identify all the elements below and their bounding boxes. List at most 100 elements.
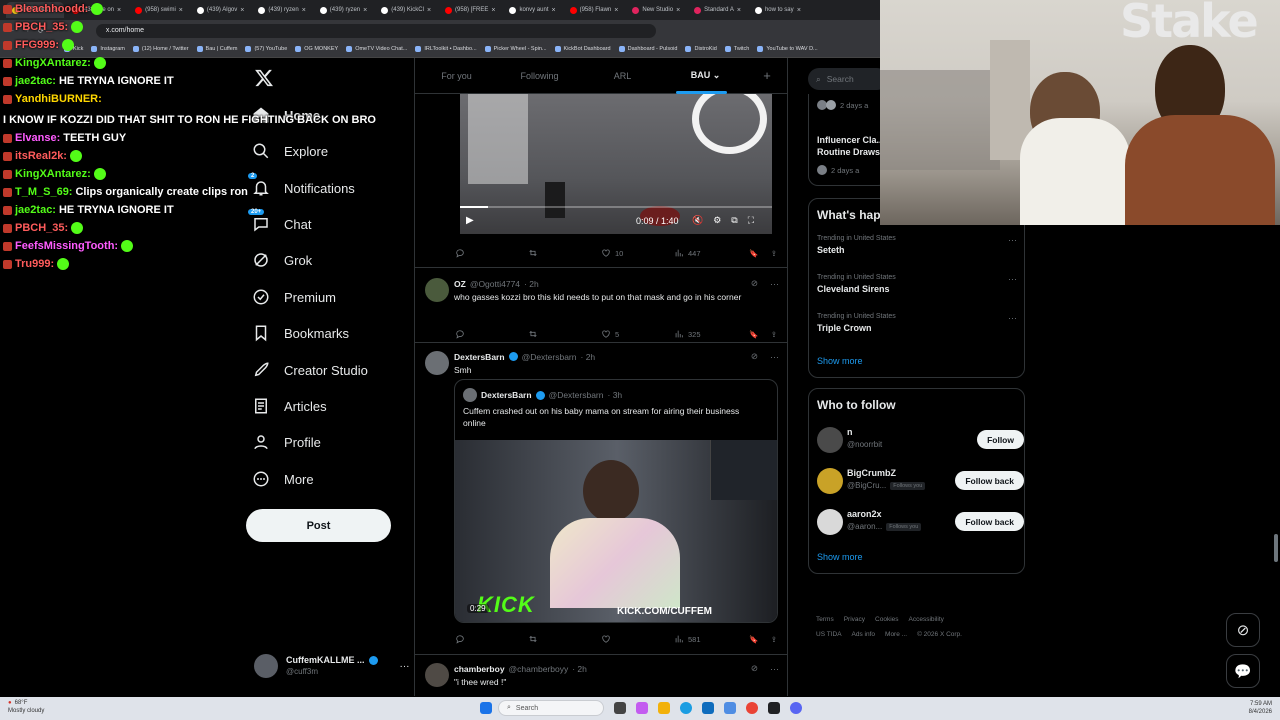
bookmark-item[interactable]: IRLToolkit • Dashbo... — [415, 46, 477, 52]
show-more-link[interactable]: Show more — [817, 552, 863, 562]
more-dots-icon[interactable]: ··· — [400, 661, 410, 672]
grok-icon[interactable]: ⊘ — [751, 351, 758, 362]
discord-icon[interactable] — [790, 702, 802, 714]
nav-item-profile[interactable]: Profile — [252, 430, 321, 454]
views-button[interactable]: 325 — [674, 329, 747, 339]
account-switcher[interactable]: CuffemKALLME ... @cuff3m ··· — [254, 654, 410, 678]
quote-video[interactable]: KICK KICK.COM/CUFFEM 0:29 — [455, 440, 777, 622]
footer-link[interactable]: Terms — [816, 612, 834, 627]
footer-link[interactable]: Ads info — [852, 627, 876, 642]
footer-link[interactable]: Cookies — [875, 612, 898, 627]
taskbar-search[interactable]: ⌕ Search — [498, 700, 604, 716]
app-icon[interactable] — [636, 702, 648, 714]
tweet[interactable]: OZ @Ogotti4774 · 2h ⊘ ··· who gasses kozzi … — [415, 268, 787, 343]
follow-suggestion[interactable]: aaron2x @aaron... Follows you Follow back — [817, 509, 1024, 535]
file-explorer-icon[interactable] — [658, 702, 670, 714]
footer-link[interactable]: Privacy — [844, 612, 865, 627]
tweet-author-handle[interactable]: @Dextersbarn — [522, 352, 577, 362]
edge-icon[interactable] — [680, 702, 692, 714]
tweet-time[interactable]: · 2h — [572, 664, 587, 674]
nav-item-premium[interactable]: Premium — [252, 285, 336, 309]
bookmark-item[interactable]: Picker Wheel - Spin... — [484, 46, 547, 52]
bookmark-item[interactable]: KickBot Dashboard — [554, 46, 611, 52]
follow-back-button[interactable]: Follow back — [955, 512, 1024, 531]
browser-tab[interactable]: Standard A × — [688, 2, 747, 18]
tweet-time[interactable]: · 2h — [581, 352, 596, 362]
mute-icon[interactable]: 🔇 — [692, 215, 703, 226]
trend-item[interactable]: Trending in United States Cleveland Siren… — [817, 274, 1017, 294]
share-icon[interactable]: ⇪ — [771, 249, 777, 258]
tab-following[interactable]: Following — [498, 71, 581, 81]
nav-item-more[interactable]: More — [252, 467, 314, 491]
tweet-author-handle[interactable]: @chamberboyy — [509, 664, 569, 674]
nav-item-bookmarks[interactable]: Bookmarks — [252, 321, 349, 345]
quote-tweet[interactable]: DextersBarn @Dextersbarn · 3h Cuffem crash… — [454, 379, 778, 623]
like-button[interactable] — [601, 634, 674, 644]
footer-link[interactable]: © 2026 X Corp. — [917, 627, 962, 642]
reply-button[interactable] — [455, 634, 528, 644]
share-icon[interactable]: ⇪ — [771, 635, 777, 644]
browser-tab[interactable]: (958) Flawn × — [564, 2, 625, 18]
tweet[interactable]: chamberboy @chamberboyy · 2h ⊘ ··· "i thee … — [415, 655, 787, 696]
close-icon[interactable]: × — [797, 7, 801, 14]
follow-suggestion[interactable]: BigCrumbZ @BigCru... Follows you Follow bac… — [817, 468, 1024, 494]
video-progress-track[interactable] — [460, 206, 772, 208]
tweet-author-handle[interactable]: @Ogotti4774 — [470, 279, 520, 289]
like-button[interactable]: 10 — [601, 248, 674, 258]
browser-tab[interactable]: New Studio × — [626, 2, 686, 18]
app-icon[interactable] — [724, 702, 736, 714]
app-icon[interactable] — [702, 702, 714, 714]
tweet-author-name[interactable]: chamberboy — [454, 664, 505, 674]
tab-for-you[interactable]: For you — [415, 71, 498, 81]
browser-tab[interactable]: (958) [FREE × — [439, 2, 501, 18]
close-icon[interactable]: × — [614, 7, 618, 14]
views-button[interactable]: 447 — [674, 248, 747, 258]
browser-tab[interactable]: how to say × — [749, 2, 807, 18]
messages-floating-button[interactable]: 💬 — [1226, 654, 1260, 688]
news-title[interactable]: Influencer Cla... Routine Draws — [817, 134, 889, 158]
grok-floating-button[interactable]: ⊘ — [1226, 613, 1260, 647]
start-icon[interactable] — [480, 702, 492, 714]
follow-button[interactable]: Follow — [977, 430, 1024, 449]
bookmark-item[interactable]: YouTube to WAV D... — [757, 46, 818, 52]
more-dots-icon[interactable]: ··· — [1008, 235, 1017, 245]
bookmark-icon[interactable]: 🔖 — [749, 249, 758, 258]
video-player[interactable]: ▶ 0:09 / 1:40 🔇 ⚙ ⧉ ⛶ — [460, 94, 772, 234]
bookmark-item[interactable]: Dashboard - Pulsoid — [618, 46, 677, 52]
bookmark-item[interactable]: DistroKid — [685, 46, 717, 52]
pip-icon[interactable]: ⧉ — [731, 215, 737, 226]
close-icon[interactable]: × — [737, 7, 741, 14]
like-button[interactable]: 5 — [601, 329, 674, 339]
tweet-time[interactable]: · 2h — [524, 279, 539, 289]
reply-button[interactable] — [455, 329, 528, 339]
bookmark-item[interactable]: Twitch — [724, 46, 749, 52]
weather-widget[interactable]: ● 68°F Mostly cloudy — [8, 699, 44, 715]
task-view-icon[interactable] — [614, 702, 626, 714]
share-icon[interactable]: ⇪ — [771, 330, 777, 339]
play-icon[interactable]: ▶ — [466, 215, 474, 226]
more-dots-icon[interactable]: ··· — [770, 352, 779, 362]
app-icon[interactable] — [768, 702, 780, 714]
grok-icon[interactable]: ⊘ — [751, 663, 758, 674]
tweet-author-name[interactable]: OZ — [454, 279, 466, 289]
follow-back-button[interactable]: Follow back — [955, 471, 1024, 490]
nav-item-creator-studio[interactable]: Creator Studio — [252, 358, 368, 382]
tweet-author-name[interactable]: DextersBarn — [454, 352, 505, 362]
tab-bau[interactable]: BAU ⌄ — [664, 70, 747, 94]
tweet-video[interactable]: ▶ 0:09 / 1:40 🔇 ⚙ ⧉ ⛶ 10 447 🔖 ⇪ — [415, 94, 787, 268]
grok-icon[interactable]: ⊘ — [751, 278, 758, 289]
chrome-icon[interactable] — [746, 702, 758, 714]
retweet-button[interactable] — [528, 248, 601, 258]
footer-link[interactable]: More ... — [885, 627, 907, 642]
close-icon[interactable]: × — [491, 7, 495, 14]
tweet[interactable]: DextersBarn @Dextersbarn · 2h ⊘ ··· Smh Dex… — [415, 343, 787, 655]
footer-link[interactable]: US TIDA — [816, 627, 842, 642]
retweet-button[interactable] — [528, 329, 601, 339]
retweet-button[interactable] — [528, 634, 601, 644]
bookmark-icon[interactable]: 🔖 — [749, 635, 758, 644]
close-icon[interactable]: × — [552, 7, 556, 14]
bookmark-icon[interactable]: 🔖 — [749, 330, 758, 339]
reply-button[interactable] — [455, 248, 528, 258]
more-dots-icon[interactable]: ··· — [770, 664, 779, 674]
more-dots-icon[interactable]: ··· — [1008, 313, 1017, 323]
